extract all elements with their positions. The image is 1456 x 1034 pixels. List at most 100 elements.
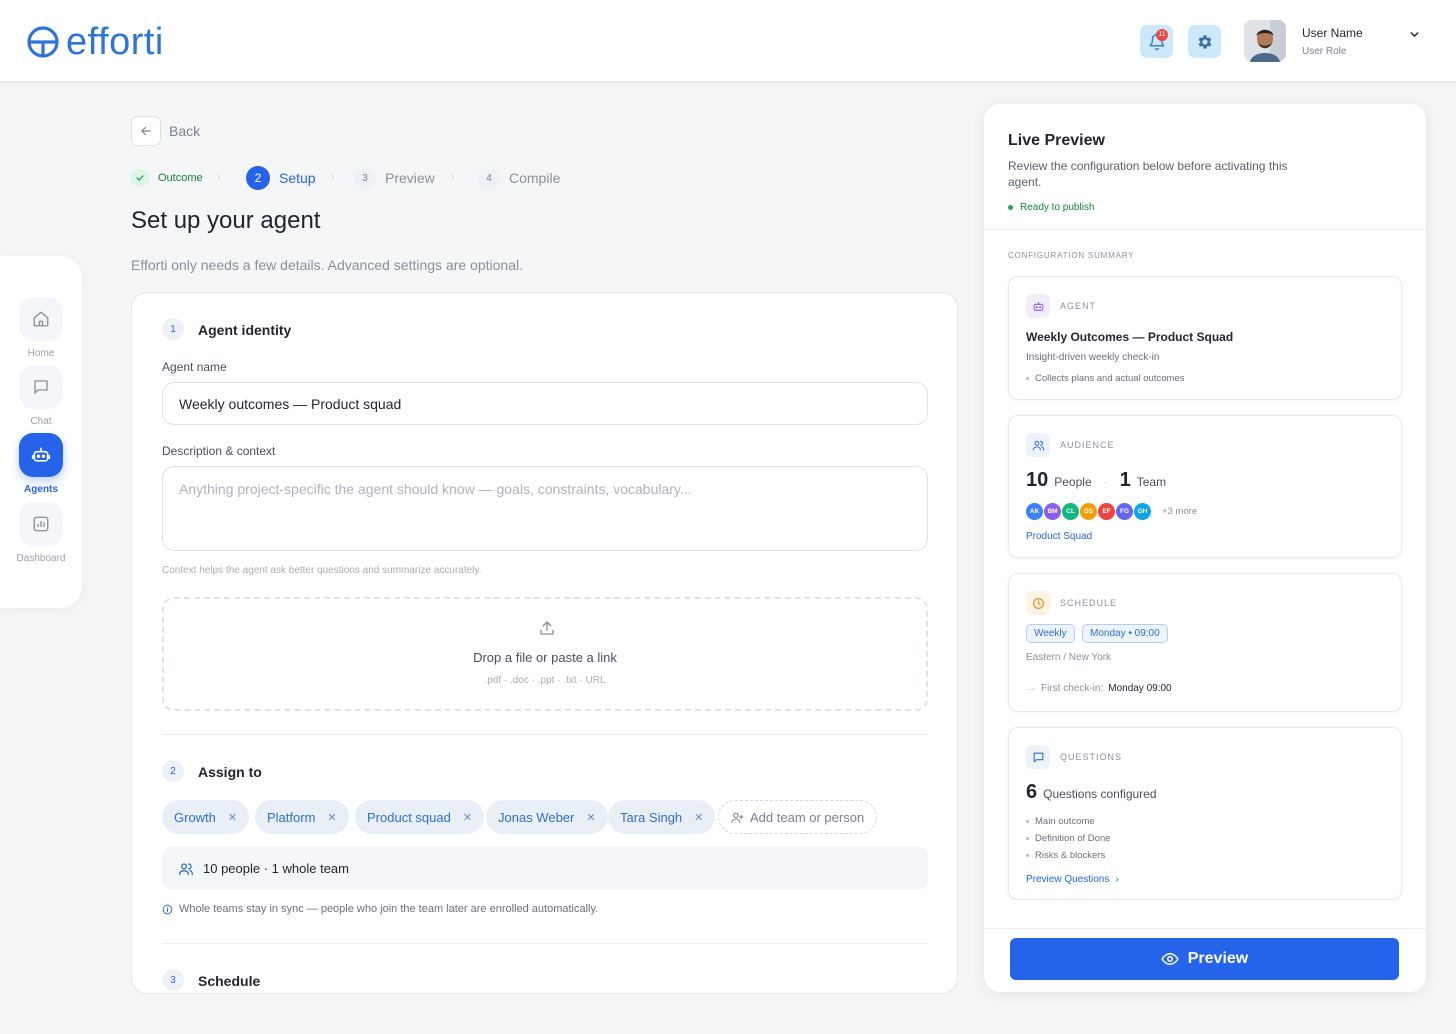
assignee-chip[interactable]: Platform ✕ bbox=[255, 800, 349, 834]
list-item-text: Main outcome bbox=[1035, 816, 1095, 827]
step-label: Outcome bbox=[158, 172, 203, 184]
sidebar-item-agents[interactable]: Agents bbox=[0, 433, 82, 495]
sidebar-item-dashboard[interactable]: Dashboard bbox=[0, 502, 82, 564]
home-icon-wrap bbox=[19, 297, 63, 341]
sidebar-item-label: Chat bbox=[30, 416, 52, 427]
preview-button-label: Preview bbox=[1187, 950, 1249, 967]
avatar: AK bbox=[1025, 502, 1044, 521]
chip-label: Jonas Weber bbox=[498, 809, 575, 825]
agent-name-input[interactable]: Weekly outcomes — Product squad bbox=[162, 382, 928, 425]
agent-name: Weekly Outcomes — Product Squad bbox=[1026, 330, 1234, 344]
upload-icon bbox=[540, 621, 554, 635]
logo[interactable]: efforti bbox=[26, 22, 164, 62]
logo-mark-icon bbox=[27, 26, 59, 58]
chip-label: Product squad bbox=[367, 809, 451, 825]
add-assignee-button[interactable]: Add team or person bbox=[718, 800, 878, 834]
section-divider bbox=[162, 943, 928, 944]
step-number: 4 bbox=[478, 167, 500, 189]
robot-icon bbox=[1026, 294, 1050, 318]
first-checkin-label: First check-in: bbox=[1041, 683, 1104, 694]
notification-count-badge: 11 bbox=[1156, 29, 1168, 41]
logo-text: efforti bbox=[66, 21, 164, 63]
card-label: AGENT bbox=[1060, 301, 1097, 311]
list-item-text: Risks & blockers bbox=[1035, 850, 1106, 861]
timezone: Eastern / New York bbox=[1026, 652, 1112, 663]
step-outcome[interactable]: Outcome bbox=[131, 166, 203, 190]
chevron-down-icon[interactable] bbox=[1408, 28, 1421, 41]
sidebar: Home Chat Agents Dashboard bbox=[0, 256, 82, 608]
back-label[interactable]: Back bbox=[169, 123, 200, 139]
user-avatar-image bbox=[1244, 20, 1286, 62]
summary-card-questions: QUESTIONS 6 Questions configured Main ou… bbox=[1008, 727, 1402, 900]
user-avatar[interactable] bbox=[1244, 20, 1286, 62]
close-icon[interactable]: ✕ bbox=[327, 811, 336, 824]
preview-button[interactable]: Preview bbox=[1010, 938, 1399, 980]
assignee-chip[interactable]: Growth ✕ bbox=[162, 800, 250, 834]
robot-icon-wrap bbox=[19, 433, 63, 477]
day-time-pill: Monday • 09:00 bbox=[1082, 624, 1168, 643]
team-link[interactable]: Product Squad bbox=[1026, 531, 1092, 542]
page-subtitle: Efforti only needs a few details. Advanc… bbox=[131, 257, 523, 273]
close-icon[interactable]: ✕ bbox=[586, 811, 595, 824]
avatar: FG bbox=[1115, 502, 1134, 521]
close-icon[interactable]: ✕ bbox=[228, 811, 237, 824]
first-checkin-value: Monday 09:00 bbox=[1108, 683, 1172, 694]
back-button[interactable] bbox=[131, 116, 161, 146]
assignment-summary-text: 10 people · 1 whole team bbox=[203, 861, 349, 876]
section-title-schedule: Schedule bbox=[198, 973, 261, 989]
list-item: Main outcome bbox=[1026, 816, 1095, 827]
assignee-chip[interactable]: Tara Singh ✕ bbox=[608, 800, 716, 834]
list-item: Risks & blockers bbox=[1026, 850, 1105, 861]
avatar: BM bbox=[1043, 502, 1062, 521]
list-item-text: Collects plans and actual outcomes bbox=[1035, 373, 1185, 384]
chevron-right-icon: › bbox=[217, 171, 221, 182]
chip-label: Platform bbox=[267, 809, 316, 825]
audience-counts: 10 People · 1 Team bbox=[1026, 469, 1166, 492]
preview-questions-label: Preview Questions bbox=[1026, 874, 1110, 885]
summary-card-audience: AUDIENCE 10 People · 1 Team AK BM CL DS EF FG… bbox=[1008, 415, 1402, 558]
agent-name-value: Weekly outcomes — Product squad bbox=[179, 395, 402, 412]
card-label: QUESTIONS bbox=[1060, 752, 1123, 762]
add-assignee-label: Add team or person bbox=[750, 809, 865, 825]
step-compile[interactable]: 4 Compile bbox=[478, 166, 560, 190]
section-title-identity: Agent identity bbox=[198, 322, 292, 338]
assignee-chip[interactable]: Product squad ✕ bbox=[355, 800, 485, 834]
avatar: DS bbox=[1079, 502, 1098, 521]
settings-button[interactable] bbox=[1188, 25, 1221, 58]
section-title-assign: Assign to bbox=[198, 764, 262, 780]
step-number: 2 bbox=[246, 166, 270, 190]
people-count: 10 bbox=[1026, 469, 1049, 491]
close-icon[interactable]: ✕ bbox=[463, 811, 472, 824]
users-icon bbox=[1026, 433, 1050, 457]
section-number: 1 bbox=[162, 318, 184, 340]
step-preview[interactable]: 3 Preview bbox=[354, 166, 435, 190]
notifications-button[interactable]: 11 bbox=[1140, 25, 1173, 58]
stepper: Outcome › 2 Setup › 3 Preview › 4 Compil… bbox=[131, 166, 611, 190]
assignee-chip[interactable]: Jonas Weber ✕ bbox=[486, 800, 608, 834]
step-label: Preview bbox=[385, 170, 435, 186]
step-number: 3 bbox=[354, 167, 376, 189]
sync-info: Whole teams stay in sync — people who jo… bbox=[162, 903, 598, 915]
description-hint: Context helps the agent ask better quest… bbox=[162, 565, 482, 576]
team-label: Team bbox=[1136, 475, 1167, 489]
setup-form-card: 1 Agent identity Agent name Weekly outco… bbox=[131, 292, 958, 994]
description-textarea[interactable]: Anything project-specific the agent shou… bbox=[162, 466, 928, 551]
config-summary-label: CONFIGURATION SUMMARY bbox=[1008, 251, 1135, 260]
agent-tagline: Insight-driven weekly check-in bbox=[1026, 352, 1160, 363]
sidebar-item-chat[interactable]: Chat bbox=[0, 365, 82, 427]
user-role: User Role bbox=[1302, 46, 1347, 57]
preview-questions-link[interactable]: Preview Questions › bbox=[1026, 874, 1119, 885]
questions-count-label: Questions configured bbox=[1043, 787, 1157, 801]
step-setup[interactable]: 2 Setup bbox=[246, 166, 316, 190]
live-preview-panel: Live Preview Review the configuration be… bbox=[984, 104, 1426, 992]
team-count: 1 bbox=[1119, 469, 1131, 491]
file-dropzone[interactable]: Drop a file or paste a link .pdf · .doc … bbox=[162, 597, 928, 711]
summary-card-schedule: SCHEDULE Weekly Monday • 09:00 Eastern /… bbox=[1008, 573, 1402, 712]
sidebar-item-label: Agents bbox=[24, 484, 58, 495]
chevron-right-icon: › bbox=[451, 171, 455, 182]
add-user-icon bbox=[731, 812, 744, 823]
chip-label: Growth bbox=[174, 809, 216, 825]
close-icon[interactable]: ✕ bbox=[694, 811, 703, 824]
top-bar: efforti 11 User Name User Role bbox=[0, 0, 1456, 82]
sidebar-item-home[interactable]: Home bbox=[0, 297, 82, 359]
